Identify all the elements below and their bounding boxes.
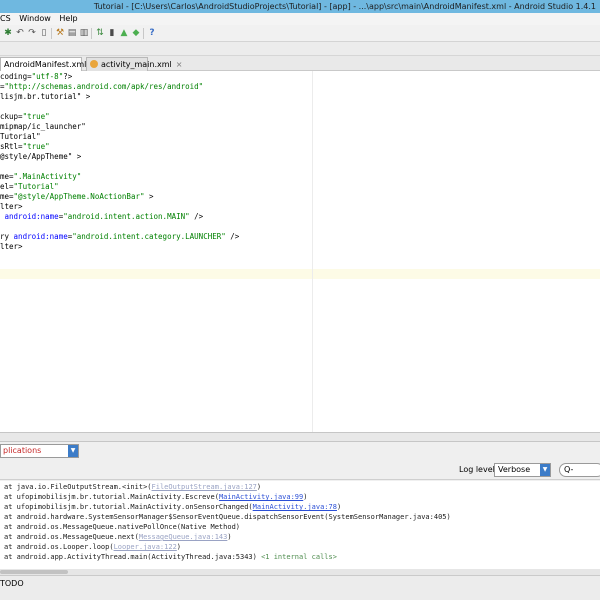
avd-manager-icon[interactable]: ▮ [107,28,117,38]
toolbar-separator [91,28,92,39]
log-level-value: Verbose [498,465,531,474]
log-text: at android.app.ActivityThread.main(Activ… [4,553,262,561]
menu-item-help[interactable]: Help [59,13,77,25]
source-link[interactable]: FileOutputStream.java:127 [152,483,257,491]
sync-icon[interactable]: ✱ [3,28,13,38]
code-line: sRtl="true" [0,142,50,151]
code-line: me=".MainActivity" [0,172,82,181]
log-level-label: Log level: [459,465,498,474]
log-text: ) [227,533,232,541]
log-line: at android.os.MessageQueue.next(MessageQ… [4,532,232,542]
log-text: at android.hardware.SystemSensorManager$… [4,513,451,521]
log-line: at android.os.Looper.loop(Looper.java:12… [4,542,181,552]
log-text: at android.os.MessageQueue.nativePollOnc… [4,523,241,531]
main-toolbar: ✱ ↶ ↷ ▯ ⚒ ▤ ▥ ⇅ ▮ ▲ ◆ ? [0,25,600,42]
layout-icon[interactable]: ▥ [79,28,89,38]
log-text: at ufopimobilisjm.br.tutorial.MainActivi… [4,493,219,501]
code-line: lter> [0,202,23,211]
code-line: ckup="true" [0,112,50,121]
editor-tab-bar: AndroidManifest.xml× activity_main.xml × [0,56,600,71]
logcat-device-row: plications ▼ [0,442,600,460]
source-link[interactable]: MessageQueue.java:143 [139,533,228,541]
log-text: at android.os.MessageQueue.next( [4,533,139,541]
code-line: mipmap/ic_launcher" [0,122,86,131]
log-text: at android.os.Looper.loop( [4,543,114,551]
menu-item-window[interactable]: Window [19,13,51,25]
log-search-input[interactable]: Q- [559,463,600,477]
log-line: at android.os.MessageQueue.nativePollOnc… [4,522,240,532]
log-level-select[interactable]: Verbose ▼ [494,463,551,477]
chevron-down-icon[interactable]: ▼ [68,445,78,457]
code-line: ry android:name="android.intent.category… [0,232,240,241]
code-line: lisjm.br.tutorial" > [0,92,91,101]
xml-file-icon [90,60,98,68]
app-filter-value: plications [3,446,42,455]
code-line: ="http://schemas.android.com/apk/res/and… [0,82,204,91]
tab-activity-main[interactable]: activity_main.xml × [86,57,182,71]
log-line: at ufopimobilisjm.br.tutorial.MainActivi… [4,492,307,502]
code-line: @style/AppTheme" > [0,152,82,161]
toolbar-separator [51,28,52,39]
internal-calls-link[interactable]: <1 internal calls> [261,553,337,561]
log-text: at ufopimobilisjm.br.tutorial.MainActivi… [4,503,253,511]
log-line: at android.app.ActivityThread.main(Activ… [4,552,337,562]
navigation-bar [0,42,600,56]
scrollbar-thumb[interactable] [0,570,68,574]
redo-icon[interactable]: ↷ [27,28,37,38]
gradle-sync-icon[interactable]: ⇅ [95,28,105,38]
code-line: Tutorial" [0,132,41,141]
tab-label: activity_main.xml [101,60,172,69]
log-text: at java.io.FileOutputStream.<init>( [4,483,152,491]
code-line: el="Tutorial" [0,182,59,191]
search-icon: Q- [564,465,574,474]
log-line: at java.io.FileOutputStream.<init>(FileO… [4,482,261,492]
menu-item-vcs[interactable]: CS [0,13,11,25]
log-line: at android.hardware.SystemSensorManager$… [4,512,451,522]
android-sdk-icon[interactable]: ▲ [119,28,129,38]
tab-androidmanifest[interactable]: AndroidManifest.xml× [0,57,97,71]
log-text: ) [303,493,308,501]
code-editor[interactable]: coding="utf-8"?> ="http://schemas.android… [0,71,600,432]
edit-icon[interactable]: ▯ [39,28,49,38]
source-link[interactable]: Looper.java:122 [114,543,177,551]
source-link[interactable]: MainActivity.java:78 [253,503,337,511]
tab-label: AndroidManifest.xml [4,60,87,69]
menu-bar: CS Window Help [0,13,600,25]
logcat-output[interactable]: at java.io.FileOutputStream.<init>(FileO… [0,481,600,569]
source-link[interactable]: MainActivity.java:99 [219,493,303,501]
window-title-bar: Tutorial - [C:\Users\Carlos\AndroidStudi… [0,0,600,13]
right-margin-guide [312,71,313,432]
help-icon[interactable]: ? [147,28,157,38]
undo-icon[interactable]: ↶ [15,28,25,38]
log-text: ) [336,503,342,511]
code-line: coding="utf-8"?> [0,72,73,81]
code-line: me="@style/AppTheme.NoActionBar" > [0,192,154,201]
window-title: Tutorial - [C:\Users\Carlos\AndroidStudi… [93,2,596,11]
log-line: at ufopimobilisjm.br.tutorial.MainActivi… [4,502,341,512]
structure-icon[interactable]: ▤ [67,28,77,38]
tool-window-bar: TODO [0,575,600,600]
app-filter-select[interactable]: plications ▼ [0,444,79,458]
log-text: ) [176,543,182,551]
todo-tool-button[interactable]: TODO [0,579,24,588]
close-icon[interactable]: × [176,60,183,69]
code-line: lter> [0,242,23,251]
code-line: android:name="android.intent.action.MAIN… [4,212,204,221]
chevron-down-icon[interactable]: ▼ [540,464,550,476]
logcat-filter-row: Log level: Verbose ▼ Q- [0,460,600,480]
toolbar-separator [143,28,144,39]
android-device-monitor-icon[interactable]: ◆ [131,28,141,38]
current-line-highlight [0,269,600,279]
panel-splitter[interactable] [0,432,600,442]
log-text: ) [256,483,262,491]
tools-icon[interactable]: ⚒ [55,28,65,38]
